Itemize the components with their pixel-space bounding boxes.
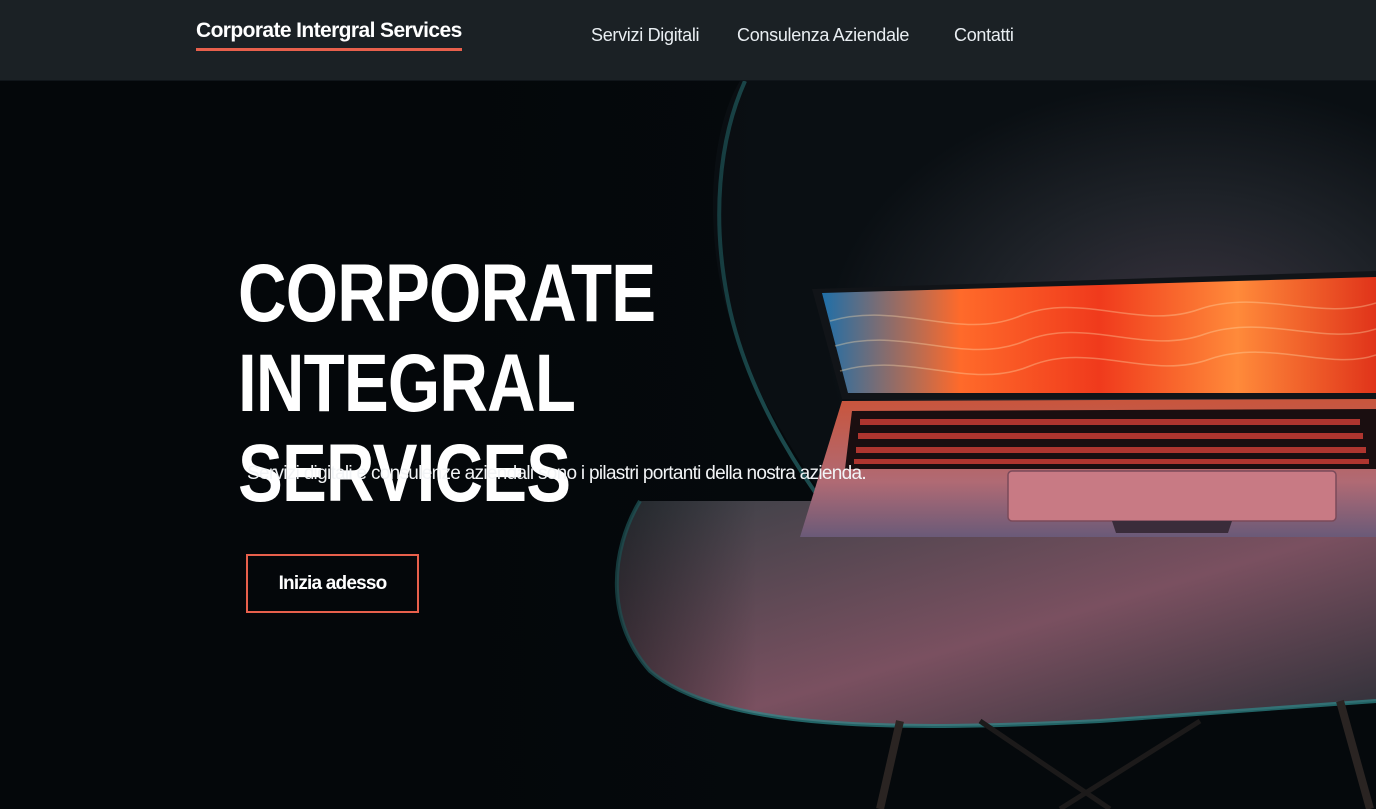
- nav-link-contatti[interactable]: Contatti: [954, 25, 1014, 46]
- top-navbar: Corporate Intergral Services Servizi Dig…: [0, 0, 1376, 81]
- page: Corporate Intergral Services Servizi Dig…: [0, 0, 1376, 809]
- hero-title-line1: CORPORATE INTEGRAL: [238, 248, 656, 429]
- nav-link-servizi-digitali[interactable]: Servizi Digitali: [591, 25, 700, 46]
- brand-logo-link[interactable]: Corporate Intergral Services: [196, 19, 462, 51]
- hero-section: CORPORATE INTEGRAL SERVICES Servizi digi…: [0, 81, 1376, 809]
- nav-link-consulenza-aziendale[interactable]: Consulenza Aziendale: [737, 25, 909, 46]
- hero-subtitle: Servizi digitali e consulenze aziendali …: [247, 463, 867, 484]
- start-now-button[interactable]: Inizia adesso: [246, 554, 419, 613]
